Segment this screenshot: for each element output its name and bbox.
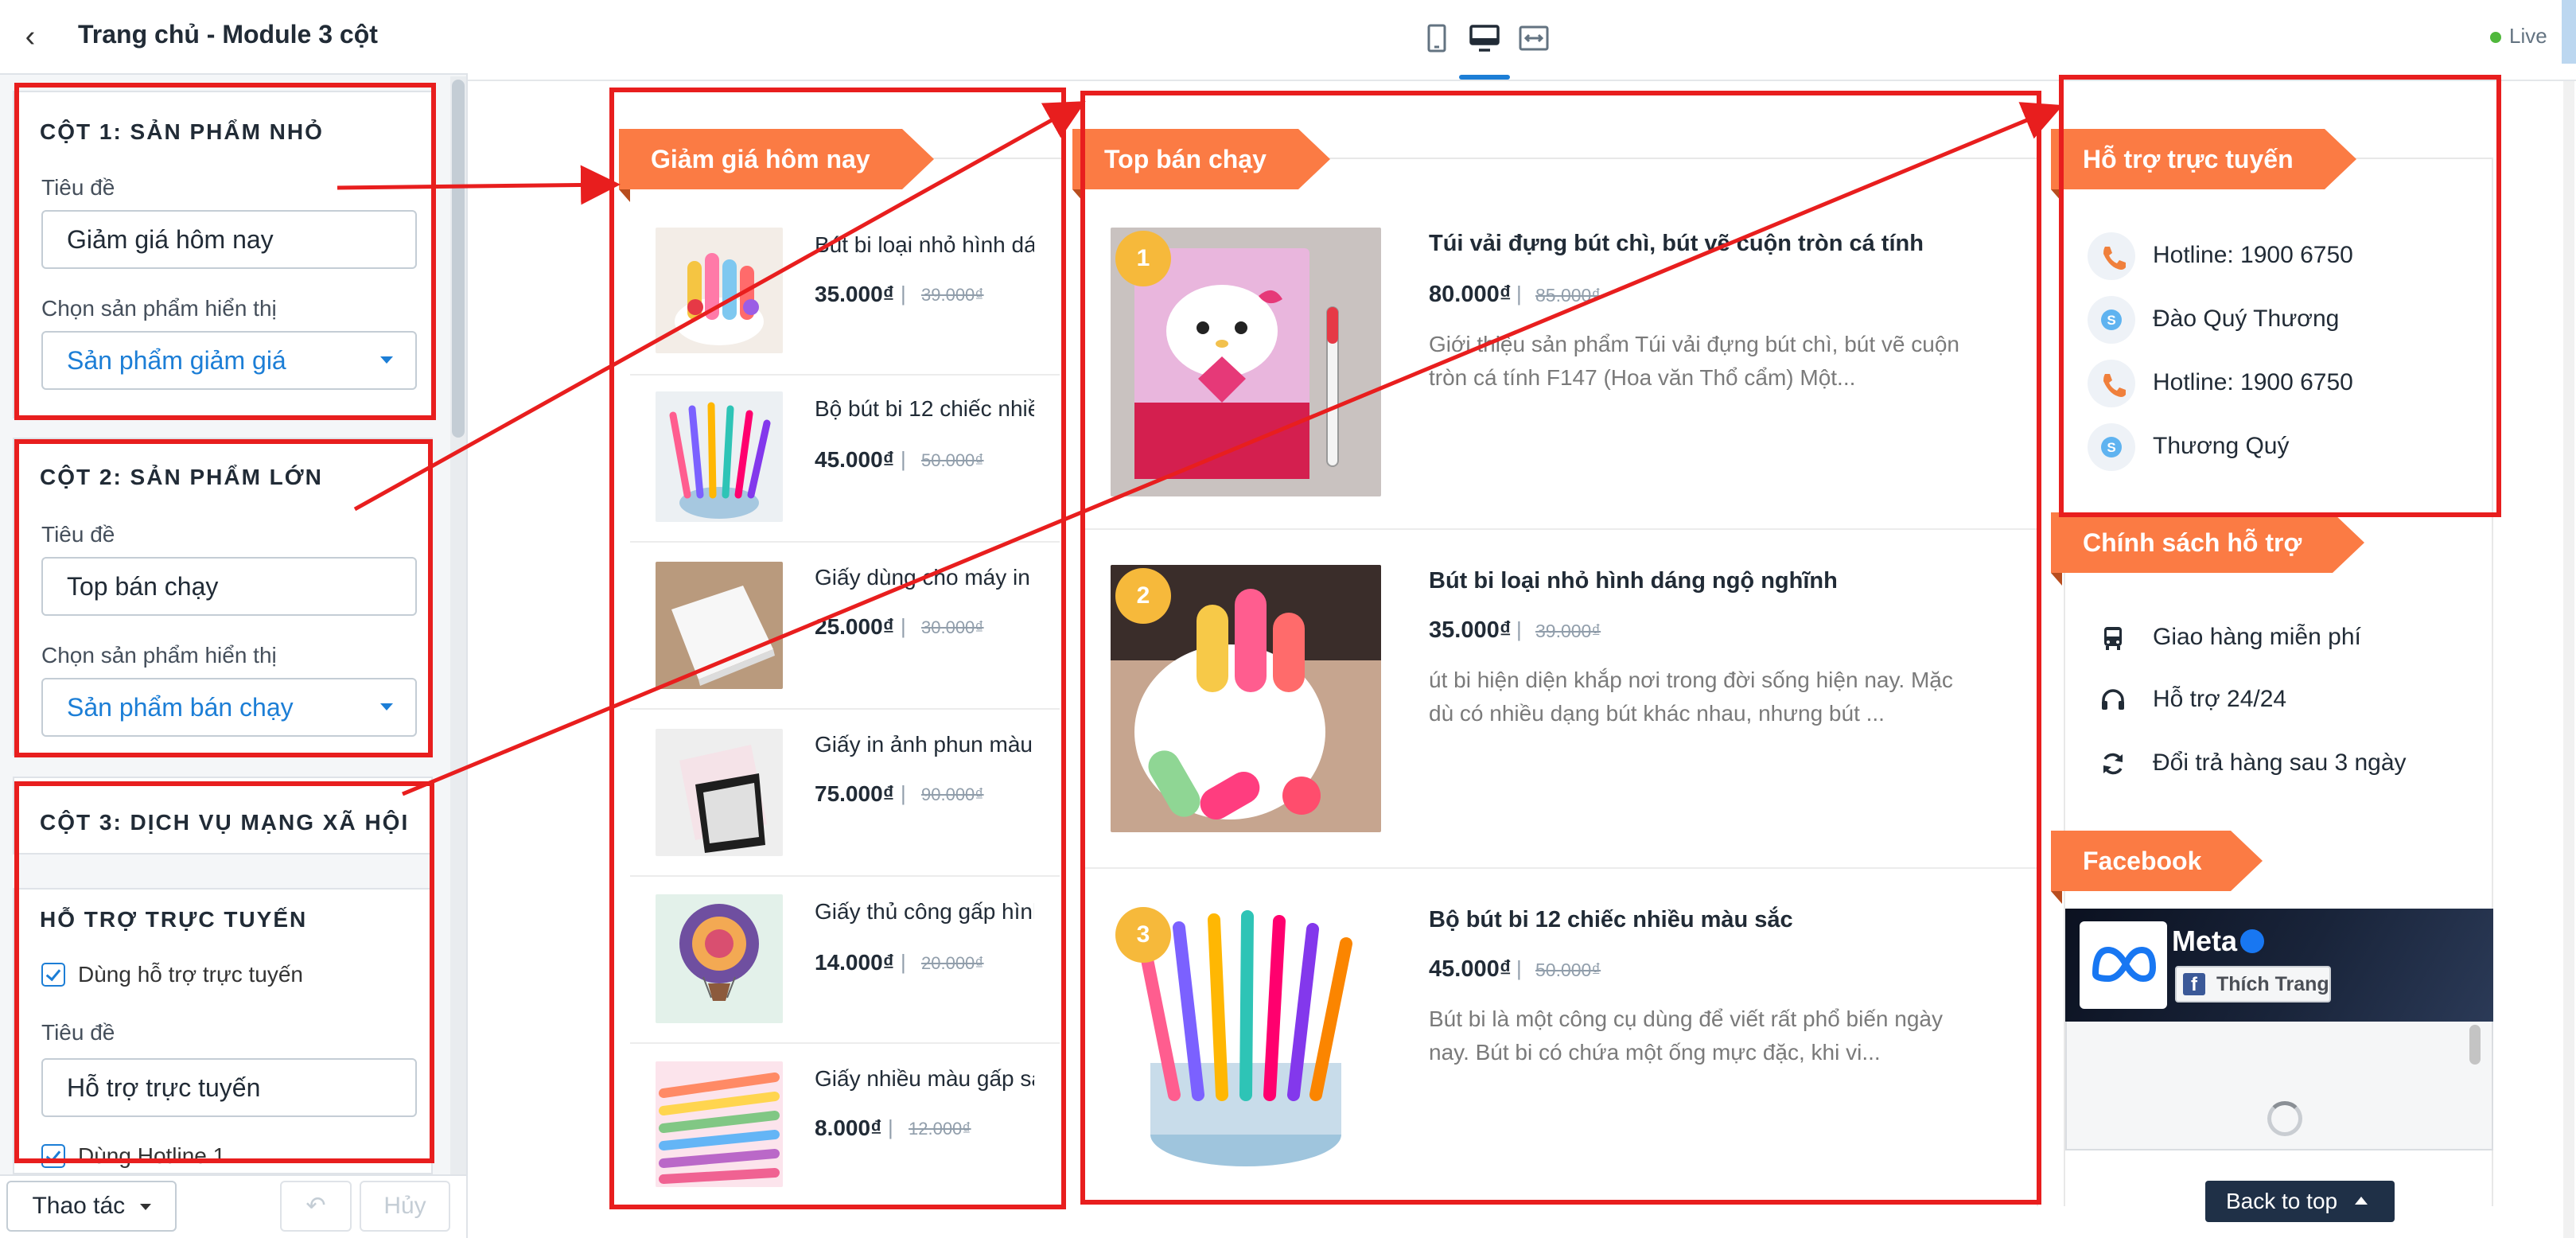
sidebar-footer: Thao tác ↶ Hủy <box>0 1174 466 1238</box>
actions-button[interactable]: Thao tác <box>6 1181 177 1232</box>
live-status: Live <box>2509 24 2547 48</box>
undo-icon: ↶ <box>305 1193 326 1219</box>
sidebar-scroll-thumb[interactable] <box>452 80 465 438</box>
loading-spinner-icon <box>2267 1101 2302 1136</box>
refresh-icon <box>2103 753 2123 775</box>
publish-button-edge[interactable] <box>2562 0 2576 64</box>
facebook-page-name[interactable]: Meta <box>2172 925 2237 958</box>
policy-text: Đổi trả hàng sau 3 ngày <box>2153 749 2407 776</box>
back-icon[interactable]: ‹ <box>14 21 46 53</box>
facebook-icon: f <box>2183 973 2205 995</box>
annotation-box-preview-col1 <box>609 88 1066 1209</box>
mobile-icon[interactable] <box>1419 21 1454 56</box>
policy-title: Chính sách hỗ trợ <box>2051 512 2364 573</box>
sidebar-header: ‹ Trang chủ - Module 3 cột <box>0 0 468 75</box>
full-width-icon[interactable] <box>1516 21 1551 56</box>
facebook-scrollbar[interactable] <box>2469 1025 2481 1065</box>
bus-icon <box>2104 627 2122 650</box>
preview-scrollbar[interactable] <box>2563 81 2574 1238</box>
policy-text: Giao hàng miễn phí <box>2153 624 2361 650</box>
caret-up-icon <box>2355 1197 2368 1205</box>
undo-button[interactable]: ↶ <box>280 1181 352 1232</box>
cancel-button[interactable]: Hủy <box>360 1181 450 1232</box>
sidebar-title: Trang chủ - Module 3 cột <box>78 20 378 49</box>
annotation-box-sidebar-col3 <box>14 781 434 1163</box>
annotation-box-preview-col3 <box>2059 75 2501 517</box>
annotation-box-sidebar-col2 <box>14 439 433 757</box>
desktop-icon[interactable] <box>1467 21 1502 56</box>
actions-label: Thao tác <box>32 1193 126 1219</box>
ribbon-fold <box>2051 891 2062 904</box>
headset-icon <box>2102 689 2124 710</box>
annotation-box-preview-col2 <box>1080 91 2041 1205</box>
policy-text: Hỗ trợ 24/24 <box>2153 686 2287 712</box>
caret-down-icon <box>139 1204 151 1211</box>
facebook-title: Facebook <box>2051 831 2263 891</box>
verified-badge-icon <box>2240 929 2264 953</box>
cancel-label: Hủy <box>383 1193 426 1219</box>
annotation-box-sidebar-col1 <box>14 83 436 420</box>
active-device-indicator <box>1459 75 1510 80</box>
ribbon-fold <box>2051 573 2062 586</box>
meta-logo-icon[interactable] <box>2080 921 2167 1009</box>
